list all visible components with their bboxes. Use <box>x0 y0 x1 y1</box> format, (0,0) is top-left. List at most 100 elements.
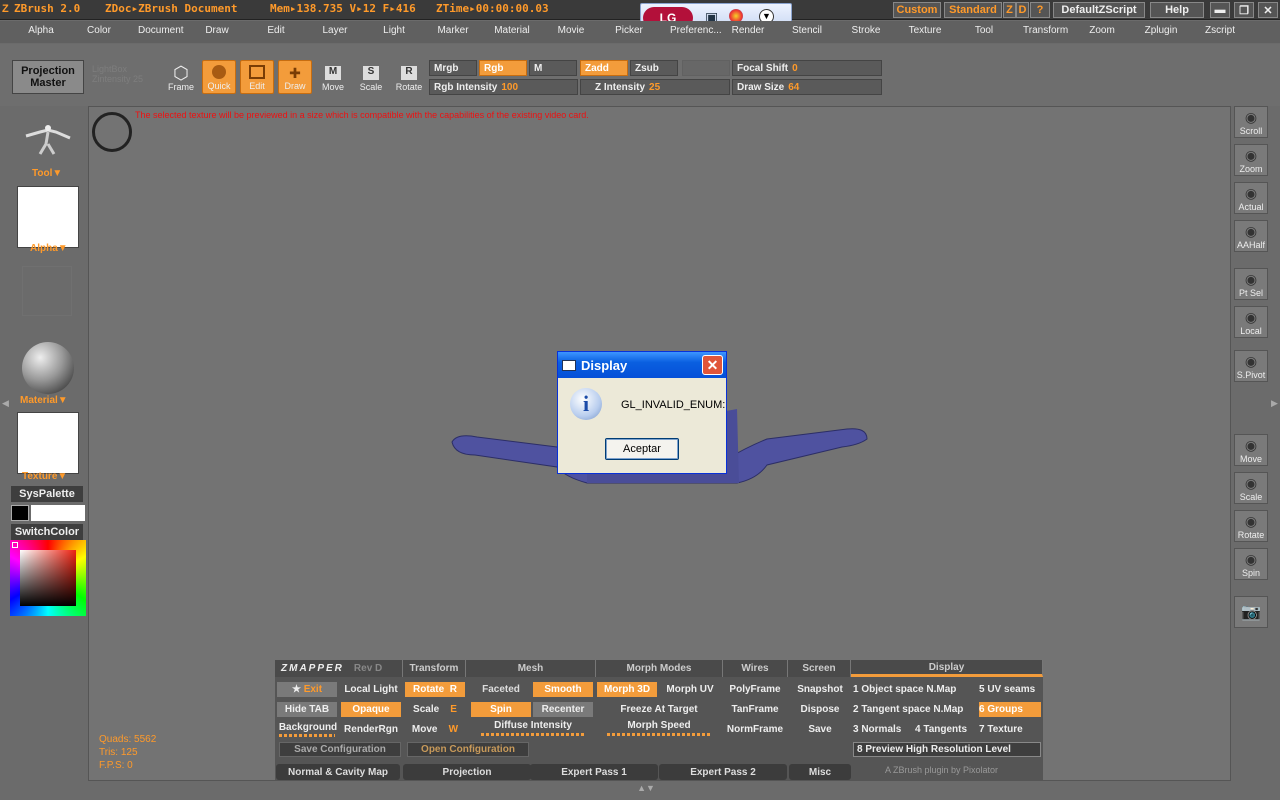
menu-light[interactable]: Light <box>374 25 414 36</box>
nav-scale-button[interactable]: ◉ Scale <box>1234 472 1268 504</box>
aceptar-button[interactable]: Aceptar <box>605 438 679 460</box>
material-sphere[interactable] <box>22 342 74 394</box>
move-button[interactable]: M Move <box>316 60 350 94</box>
snapshot-button[interactable]: Snapshot <box>789 682 851 697</box>
nav-spin-button[interactable]: ◉ Spin <box>1234 548 1268 580</box>
dispose-button[interactable]: Dispose <box>789 702 851 717</box>
left-collapse-arrow-icon[interactable]: ◀ <box>2 398 9 409</box>
material-menu-label[interactable]: Material▼ <box>20 395 68 406</box>
nav-spivot-button[interactable]: ◉ S.Pivot <box>1234 350 1268 382</box>
syspalette-button[interactable]: SysPalette <box>11 486 83 502</box>
texture-thumbnail[interactable] <box>17 412 79 474</box>
hide-tab-button[interactable]: Hide TAB <box>277 702 337 717</box>
morph-uv-button[interactable]: Morph UV <box>659 682 721 697</box>
secondary-color-swatch[interactable] <box>11 505 29 521</box>
alpha-menu-label[interactable]: Alpha▼ <box>30 243 68 254</box>
close-icon[interactable]: ✕ <box>1258 2 1278 18</box>
dialog-close-icon[interactable]: ✕ <box>702 355 723 375</box>
menu-stencil[interactable]: Stencil <box>787 25 827 36</box>
diffuse-intensity-slider[interactable]: Diffuse Intensity <box>471 718 595 733</box>
nav-actual-button[interactable]: ◉ Actual <box>1234 182 1268 214</box>
tab-misc[interactable]: Misc <box>789 764 851 780</box>
menu-movie[interactable]: Movie <box>551 25 591 36</box>
rgb-button[interactable]: Rgb <box>479 60 527 76</box>
menu-preferenc[interactable]: Preferenc... <box>670 25 722 36</box>
zsub-button[interactable]: Zsub <box>630 60 678 76</box>
faceted-button[interactable]: Faceted <box>471 682 531 697</box>
menu-transform[interactable]: Transform <box>1023 25 1068 36</box>
opaque-button[interactable]: Opaque <box>341 702 401 717</box>
z-button[interactable]: Z <box>1003 2 1016 18</box>
nav-zoom-button[interactable]: ◉ Zoom <box>1234 144 1268 176</box>
nav-rotate-button[interactable]: ◉ Rotate <box>1234 510 1268 542</box>
right-collapse-arrow-icon[interactable]: ▶ <box>1271 398 1278 409</box>
menu-stroke[interactable]: Stroke <box>846 25 886 36</box>
m-button[interactable]: M <box>529 60 577 76</box>
draw-size-slider[interactable]: Draw Size 64 <box>732 79 882 95</box>
save-button[interactable]: Save <box>789 722 851 737</box>
polyframe-button[interactable]: PolyFrame <box>724 682 786 697</box>
exit-button[interactable]: ★ Exit <box>277 682 337 697</box>
main-color-swatch[interactable] <box>31 505 85 521</box>
restore-icon[interactable]: ❐ <box>1234 2 1254 18</box>
menu-zoom[interactable]: Zoom <box>1082 25 1122 36</box>
tab-projection[interactable]: Projection <box>403 764 531 780</box>
scale-mode-button[interactable]: Scale E <box>405 702 465 717</box>
rotate-mode-button[interactable]: Rotate R <box>405 682 465 697</box>
normals-button[interactable]: 3 Normals <box>853 722 913 737</box>
texture-button[interactable]: 7 Texture <box>979 722 1043 737</box>
color-picker-square[interactable] <box>20 550 76 606</box>
morph-3d-button[interactable]: Morph 3D <box>597 682 657 697</box>
menu-texture[interactable]: Texture <box>905 25 945 36</box>
groups-button[interactable]: 6 Groups <box>979 702 1041 717</box>
nav-aahalf-button[interactable]: ◉ AAHalf <box>1234 220 1268 252</box>
color-picker-ring[interactable] <box>10 540 86 616</box>
menu-layer[interactable]: Layer <box>315 25 355 36</box>
help-question-button[interactable]: ? <box>1030 2 1050 18</box>
z-intensity-slider[interactable]: Z Intensity 25 <box>580 79 730 95</box>
preview-high-res-button[interactable]: 8 Preview High Resolution Level <box>853 742 1041 757</box>
default-zscript-button[interactable]: DefaultZScript <box>1053 2 1145 18</box>
menu-color[interactable]: Color <box>79 25 119 36</box>
alpha-thumbnail[interactable] <box>17 186 79 248</box>
d-button[interactable]: D <box>1016 2 1029 18</box>
menu-draw[interactable]: Draw <box>197 25 237 36</box>
background-slider[interactable]: Background <box>277 720 339 735</box>
scale-button[interactable]: S Scale <box>354 60 388 94</box>
focal-shift-slider[interactable]: Focal Shift 0 <box>732 60 882 76</box>
camera-icon[interactable]: 📷 <box>1234 596 1268 628</box>
draw-button[interactable]: ✚ Draw <box>278 60 312 94</box>
zadd-button[interactable]: Zadd <box>580 60 628 76</box>
menu-document[interactable]: Document <box>138 25 184 36</box>
tanframe-button[interactable]: TanFrame <box>724 702 786 717</box>
tab-expert-pass-1[interactable]: Expert Pass 1 <box>530 764 658 780</box>
tab-expert-pass-2[interactable]: Expert Pass 2 <box>659 764 787 780</box>
custom-button[interactable]: Custom <box>893 2 941 18</box>
menu-render[interactable]: Render <box>728 25 768 36</box>
spin-button[interactable]: Spin <box>471 702 531 717</box>
switchcolor-button[interactable]: SwitchColor <box>11 524 83 540</box>
frame-button[interactable]: ⬡ Frame <box>164 60 198 94</box>
nav-scroll-button[interactable]: ◉ Scroll <box>1234 106 1268 138</box>
tangent-space-nmap-button[interactable]: 2 Tangent space N.Map <box>853 702 975 717</box>
normframe-button[interactable]: NormFrame <box>724 722 786 737</box>
menu-zplugin[interactable]: Zplugin <box>1141 25 1181 36</box>
move-mode-button[interactable]: Move W <box>405 722 465 737</box>
nav-ptsel-button[interactable]: ◉ Pt Sel <box>1234 268 1268 300</box>
menu-material[interactable]: Material <box>492 25 532 36</box>
rotate-button[interactable]: R Rotate <box>392 60 426 94</box>
menu-tool[interactable]: Tool <box>964 25 1004 36</box>
local-light-button[interactable]: Local Light <box>339 682 403 697</box>
projection-master-button[interactable]: Projection Master <box>12 60 84 94</box>
dialog-title-bar[interactable]: Display ✕ <box>558 352 726 378</box>
freeze-at-target-button[interactable]: Freeze At Target <box>597 702 721 717</box>
tangents-button[interactable]: 4 Tangents <box>915 722 977 737</box>
uv-seams-button[interactable]: 5 UV seams <box>979 682 1043 697</box>
bottom-collapse-arrow-icon[interactable]: ▲▼ <box>596 783 696 793</box>
object-space-nmap-button[interactable]: 1 Object space N.Map <box>853 682 975 697</box>
edit-button[interactable]: Edit <box>240 60 274 94</box>
tab-normal-cavity-map[interactable]: Normal & Cavity Map <box>276 764 400 780</box>
standard-button[interactable]: Standard <box>944 2 1002 18</box>
menu-edit[interactable]: Edit <box>256 25 296 36</box>
menu-picker[interactable]: Picker <box>609 25 649 36</box>
